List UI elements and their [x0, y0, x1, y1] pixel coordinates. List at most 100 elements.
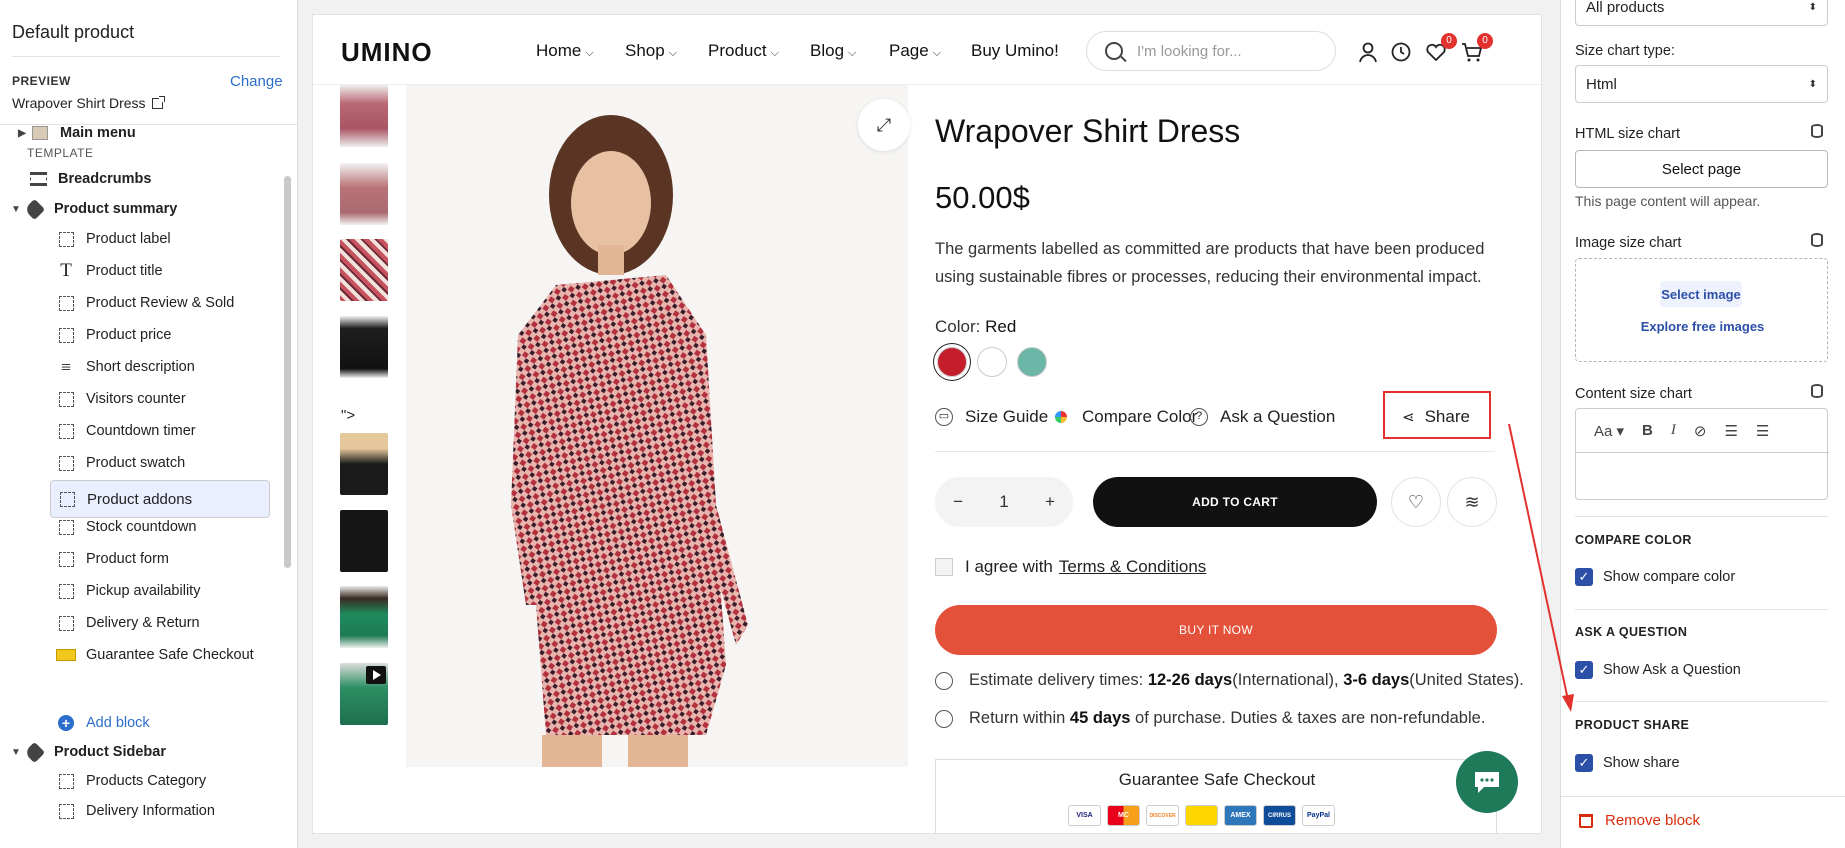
- size-guide-button[interactable]: ▭ Size Guide: [935, 407, 1048, 427]
- breadcrumbs-icon: [28, 169, 48, 189]
- dynamic-source-icon[interactable]: [1811, 233, 1823, 247]
- nav-product[interactable]: Product ⌵: [708, 41, 779, 61]
- tree-label: Product Review & Sold: [86, 295, 235, 311]
- gallery-video-thumbnail[interactable]: [340, 663, 388, 725]
- info-bold: 12-26 days: [1147, 671, 1233, 689]
- left-scrollbar[interactable]: [284, 176, 291, 568]
- cart-count-badge: 0: [1477, 33, 1493, 49]
- compare-button[interactable]: ≋: [1447, 477, 1497, 527]
- plus-icon[interactable]: +: [1045, 492, 1055, 512]
- tree-block[interactable]: Delivery & Return: [56, 608, 200, 638]
- ask-question-button[interactable]: ? Ask a Question: [1190, 407, 1335, 427]
- store-search-input[interactable]: I'm looking for...: [1086, 31, 1336, 71]
- select-image-button[interactable]: Select image: [1660, 281, 1742, 307]
- tree-block[interactable]: Product form: [56, 544, 169, 574]
- wishlist-button[interactable]: ♡: [1391, 477, 1441, 527]
- chat-button[interactable]: [1456, 751, 1518, 813]
- preview-value[interactable]: Wrapover Shirt Dress: [12, 95, 165, 111]
- tree-product-summary[interactable]: ▼ Product summary: [8, 194, 177, 224]
- tree-block[interactable]: Guarantee Safe Checkout: [56, 640, 254, 670]
- bullet-list-icon[interactable]: ☰: [1724, 422, 1737, 440]
- tree-main-menu[interactable]: ▶ Main menu: [14, 124, 136, 148]
- product-main-image[interactable]: [406, 85, 908, 767]
- nav-label: Product: [708, 41, 767, 60]
- wishlist-icon[interactable]: 0: [1425, 33, 1457, 63]
- italic-icon[interactable]: I: [1671, 422, 1676, 439]
- quantity-value[interactable]: 1: [999, 492, 1008, 512]
- recent-icon[interactable]: [1390, 41, 1412, 63]
- tree-block[interactable]: Countdown timer: [56, 416, 196, 446]
- tree-block[interactable]: Product price: [56, 320, 171, 350]
- tree-block[interactable]: Product label: [56, 224, 171, 254]
- color-swatch-red[interactable]: [937, 347, 967, 377]
- gallery-thumbnail[interactable]: [340, 163, 388, 225]
- minus-icon[interactable]: −: [953, 492, 963, 512]
- nav-page[interactable]: Page ⌵: [889, 41, 941, 61]
- gallery-thumbnail[interactable]: [340, 586, 388, 648]
- nav-buy[interactable]: Buy Umino!: [971, 41, 1060, 61]
- remove-block-button[interactable]: Remove block: [1575, 812, 1700, 829]
- tree-block[interactable]: Products Category: [56, 766, 206, 796]
- terms-link[interactable]: Terms & Conditions: [1059, 557, 1206, 577]
- expand-icon: ⤢: [876, 114, 892, 135]
- ruler-icon: ▭: [935, 408, 953, 426]
- chevron-down-icon: ⌵: [848, 47, 857, 59]
- tree-block[interactable]: Pickup availability: [56, 576, 200, 606]
- expand-image-button[interactable]: ⤢: [858, 99, 910, 151]
- compare-color-button[interactable]: Compare Color: [1052, 407, 1197, 427]
- color-swatch-teal[interactable]: [1017, 347, 1047, 377]
- buy-it-now-button[interactable]: BUY IT NOW: [935, 605, 1497, 655]
- explore-images-link[interactable]: Explore free images: [1576, 319, 1829, 334]
- cart-icon[interactable]: 0: [1461, 33, 1493, 63]
- show-compare-color-checkbox[interactable]: ✓ Show compare color: [1575, 568, 1735, 586]
- gallery-thumbnail[interactable]: [340, 510, 388, 572]
- account-icon[interactable]: [1357, 41, 1379, 63]
- rich-text-editor[interactable]: Aa ▾ B I ⊘ ☰ ☰: [1575, 408, 1829, 500]
- tree-label: Product title: [86, 263, 163, 279]
- size-chart-type-select[interactable]: Html ⬍: [1575, 65, 1828, 103]
- numbered-list-icon[interactable]: ☰: [1756, 422, 1769, 440]
- change-preview-link[interactable]: Change: [230, 73, 283, 90]
- tree-breadcrumbs[interactable]: Breadcrumbs: [28, 164, 151, 194]
- nav-home[interactable]: Home ⌵: [536, 41, 594, 61]
- tree-block[interactable]: Visitors counter: [56, 384, 186, 414]
- nav-shop[interactable]: Shop ⌵: [625, 41, 677, 61]
- bold-icon[interactable]: B: [1642, 422, 1653, 439]
- tree-block[interactable]: Product swatch: [56, 448, 185, 478]
- store-logo[interactable]: UMINO: [341, 37, 433, 68]
- nav-blog[interactable]: Blog ⌵: [810, 41, 856, 61]
- text-style-icon[interactable]: Aa ▾: [1594, 422, 1624, 440]
- tree-product-sidebar[interactable]: ▼ Product Sidebar: [8, 737, 166, 767]
- show-ask-question-checkbox[interactable]: ✓ Show Ask a Question: [1575, 661, 1741, 679]
- quantity-stepper[interactable]: − 1 +: [935, 477, 1073, 527]
- caret-down-icon: ▼: [11, 746, 21, 758]
- terms-checkbox[interactable]: [935, 558, 953, 576]
- tree-block[interactable]: Stock countdown: [56, 512, 196, 542]
- info-text: (International),: [1232, 671, 1339, 689]
- gallery-thumbnail[interactable]: [340, 239, 388, 301]
- gallery-thumbnail[interactable]: [340, 85, 388, 147]
- select-page-button[interactable]: Select page: [1575, 150, 1828, 188]
- tree-block[interactable]: Delivery Information: [56, 796, 215, 826]
- block-icon: [56, 549, 76, 569]
- show-share-checkbox[interactable]: ✓ Show share: [1575, 754, 1680, 772]
- tree-block[interactable]: T Product title: [56, 256, 163, 286]
- return-icon: [935, 709, 953, 728]
- tree-label: Stock countdown: [86, 519, 197, 535]
- tree-block[interactable]: ≡ Short description: [56, 352, 195, 382]
- add-block-button[interactable]: + Add block: [56, 708, 150, 738]
- paypal-icon: PayPal: [1302, 805, 1335, 826]
- products-select[interactable]: All products ⬍: [1575, 0, 1828, 26]
- color-swatch-white[interactable]: [977, 347, 1007, 377]
- agree-text: I agree with: [965, 557, 1053, 576]
- gallery-thumbnail[interactable]: [340, 316, 388, 378]
- dynamic-source-icon[interactable]: [1811, 384, 1823, 398]
- add-to-cart-button[interactable]: ADD TO CART: [1093, 477, 1377, 527]
- dynamic-source-icon[interactable]: [1811, 124, 1823, 138]
- gallery-thumbnail[interactable]: [340, 433, 388, 495]
- tree-label: Delivery Information: [86, 803, 215, 819]
- tag-icon: [23, 198, 45, 220]
- terms-agreement[interactable]: I agree with Terms & Conditions: [935, 557, 1206, 577]
- tree-block[interactable]: Product Review & Sold: [56, 288, 234, 318]
- link-icon[interactable]: ⊘: [1694, 422, 1707, 440]
